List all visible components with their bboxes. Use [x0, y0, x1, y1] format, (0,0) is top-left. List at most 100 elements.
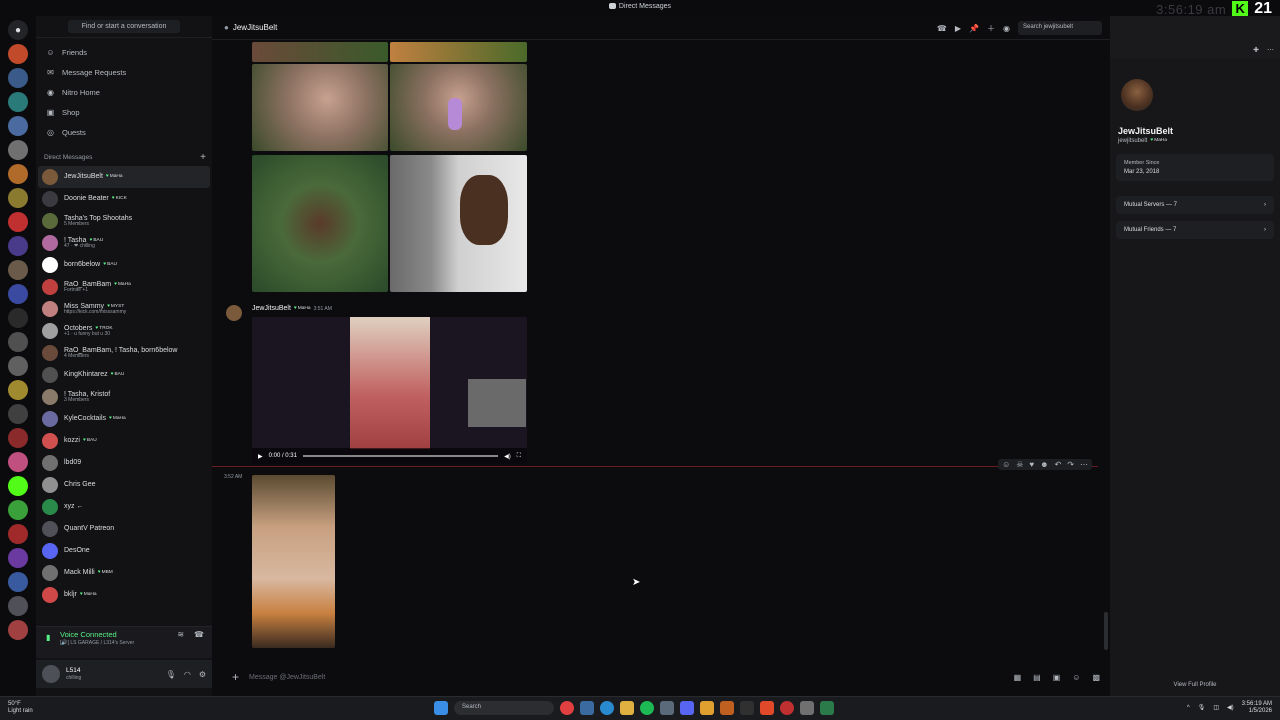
network-icon[interactable]: ◫ — [1213, 704, 1219, 711]
app-icon[interactable] — [720, 701, 734, 715]
app-icon[interactable] — [780, 701, 794, 715]
nav-shop[interactable]: ▣ Shop — [36, 102, 212, 122]
message-author[interactable]: JewJitsuBelt — [252, 305, 291, 312]
dm-list-item[interactable]: Chris Gee — [38, 474, 210, 496]
dm-list-item[interactable]: QuantV Patreon — [38, 518, 210, 540]
dm-list-item[interactable]: KingKhintarez ♥BAU — [38, 364, 210, 386]
headphones-icon[interactable]: ◠ — [184, 670, 191, 679]
reaction-heart-icon[interactable]: ♥ — [1029, 460, 1034, 469]
windows-start-icon[interactable] — [434, 701, 448, 715]
add-friends-icon[interactable]: ＋ — [987, 23, 995, 34]
server-icon[interactable] — [8, 164, 28, 184]
chat-image[interactable] — [390, 155, 527, 292]
noise-suppression-icon[interactable]: ≋ — [177, 630, 184, 639]
mutual-friends[interactable]: Mutual Friends — 7 › — [1116, 221, 1274, 239]
find-conversation-text[interactable]: Find or start a conversation — [67, 20, 181, 33]
message-composer[interactable]: + Message @JewJitsuBelt ▦ ▤ ▣ ☺ ▩ — [222, 666, 1100, 688]
server-icon[interactable] — [8, 68, 28, 88]
server-icon[interactable] — [8, 260, 28, 280]
fullscreen-icon[interactable]: ⛶ — [517, 453, 521, 460]
attach-plus-icon[interactable]: + — [232, 670, 239, 684]
profile-icon[interactable]: ◉ — [1003, 24, 1010, 33]
server-icon[interactable] — [8, 404, 28, 424]
server-icon[interactable] — [8, 452, 28, 472]
chat-scrollbar[interactable] — [1104, 612, 1108, 650]
mutual-servers[interactable]: Mutual Servers — 7 › — [1116, 196, 1274, 214]
create-dm-plus-icon[interactable]: + — [200, 152, 206, 163]
server-icon[interactable] — [8, 332, 28, 352]
weather-widget[interactable]: 50°F Light rain — [8, 701, 33, 714]
taskbar-clock[interactable]: 3:56:19 AM 1/5/2026 — [1242, 701, 1272, 714]
app-icon[interactable] — [820, 701, 834, 715]
chat-image[interactable] — [252, 155, 388, 292]
dm-list-item[interactable]: DesOne — [38, 540, 210, 562]
dm-list-item[interactable]: Miss Sammy ♥MYST https://kick.com/misssamm… — [38, 298, 210, 320]
server-icon[interactable] — [8, 284, 28, 304]
edge-icon[interactable] — [600, 701, 614, 715]
server-icon[interactable] — [8, 236, 28, 256]
chat-image[interactable] — [252, 64, 388, 151]
view-full-profile-link[interactable]: View Full Profile — [1110, 682, 1280, 688]
dm-list-item[interactable]: RaO_BamBam, ! Tasha, born6below 4 Members — [38, 342, 210, 364]
dm-list-item[interactable]: born6below ♥BAU — [38, 254, 210, 276]
server-icon[interactable] — [8, 524, 28, 544]
dm-list-item[interactable]: ! Tasha ♥BAU 47 · ❤ chilling — [38, 232, 210, 254]
server-icon[interactable] — [8, 356, 28, 376]
find-conversation[interactable]: Find or start a conversation — [36, 16, 212, 38]
dm-list-item[interactable]: ! Tasha, Kristof 3 Members — [38, 386, 210, 408]
tray-chevron-icon[interactable]: ^ — [1187, 705, 1190, 711]
search-input[interactable]: Search jewjitsubelt — [1018, 21, 1102, 35]
dm-list-item[interactable]: JewJitsuBelt ♥MaHa — [38, 166, 210, 188]
add-friend-icon[interactable]: ✚ — [1253, 46, 1259, 54]
more-icon[interactable]: ⋯ — [1267, 46, 1274, 54]
dm-list-item[interactable]: kozzi ♥BAU — [38, 430, 210, 452]
dm-list-item[interactable]: xyz ← — [38, 496, 210, 518]
taskbar-search[interactable]: Search — [454, 701, 554, 715]
server-icon[interactable] — [8, 500, 28, 520]
reaction-skull-icon[interactable]: ☠ — [1016, 460, 1023, 469]
gif-icon[interactable]: ▤ — [1033, 673, 1041, 682]
app-icon[interactable] — [700, 701, 714, 715]
server-icon[interactable] — [8, 380, 28, 400]
server-icon[interactable] — [8, 308, 28, 328]
settings-icon[interactable] — [800, 701, 814, 715]
server-icon[interactable] — [8, 92, 28, 112]
pin-icon[interactable]: 📌 — [969, 24, 979, 33]
file-explorer-icon[interactable] — [620, 701, 634, 715]
server-icon[interactable] — [8, 140, 28, 160]
app-icon[interactable] — [740, 701, 754, 715]
video-seekbar[interactable] — [302, 455, 499, 457]
nav-nitro-home[interactable]: ◉ Nitro Home — [36, 82, 212, 102]
dm-list-item[interactable]: bkljr ♥MaHa — [38, 584, 210, 606]
server-icon[interactable] — [8, 476, 28, 496]
emoji-icon[interactable]: ☺ — [1072, 673, 1080, 682]
nav-quests[interactable]: ◎ Quests — [36, 122, 212, 142]
sticker-icon[interactable]: ▣ — [1053, 673, 1061, 682]
home-button[interactable]: ● — [8, 20, 28, 40]
discord-icon[interactable] — [680, 701, 694, 715]
dm-list-item[interactable]: lbd09 — [38, 452, 210, 474]
forward-icon[interactable]: ↷ — [1067, 460, 1074, 469]
brave-icon[interactable] — [760, 701, 774, 715]
disconnect-icon[interactable]: ☎ — [194, 630, 204, 639]
dm-list-item[interactable]: Doonie Beater ♥KICK — [38, 188, 210, 210]
server-icon[interactable] — [8, 620, 28, 640]
dm-list-item[interactable]: Mack Milli ♥MBM — [38, 562, 210, 584]
dm-list-item[interactable]: Tasha's Top Shootahs 5 Members — [38, 210, 210, 232]
server-icon[interactable] — [8, 212, 28, 232]
apps-icon[interactable]: ▩ — [1092, 673, 1100, 682]
server-icon[interactable] — [8, 116, 28, 136]
chat-image[interactable] — [390, 64, 527, 151]
play-icon[interactable]: ▶ — [258, 453, 263, 460]
call-icon[interactable]: ☎ — [937, 24, 947, 33]
app-icon[interactable] — [580, 701, 594, 715]
server-icon[interactable] — [8, 572, 28, 592]
avatar[interactable] — [1118, 76, 1156, 114]
app-icon[interactable] — [660, 701, 674, 715]
mic-icon[interactable]: 🎙 — [166, 670, 176, 679]
dm-list-item[interactable]: Octobers ♥TROK +1 · u funny but u 30 — [38, 320, 210, 342]
nav-message-requests[interactable]: ✉ Message Requests — [36, 62, 212, 82]
mic-icon[interactable]: 🎙 — [1198, 704, 1206, 711]
gift-icon[interactable]: ▦ — [1014, 673, 1022, 682]
add-reaction-icon[interactable]: ☻ — [1040, 460, 1048, 469]
